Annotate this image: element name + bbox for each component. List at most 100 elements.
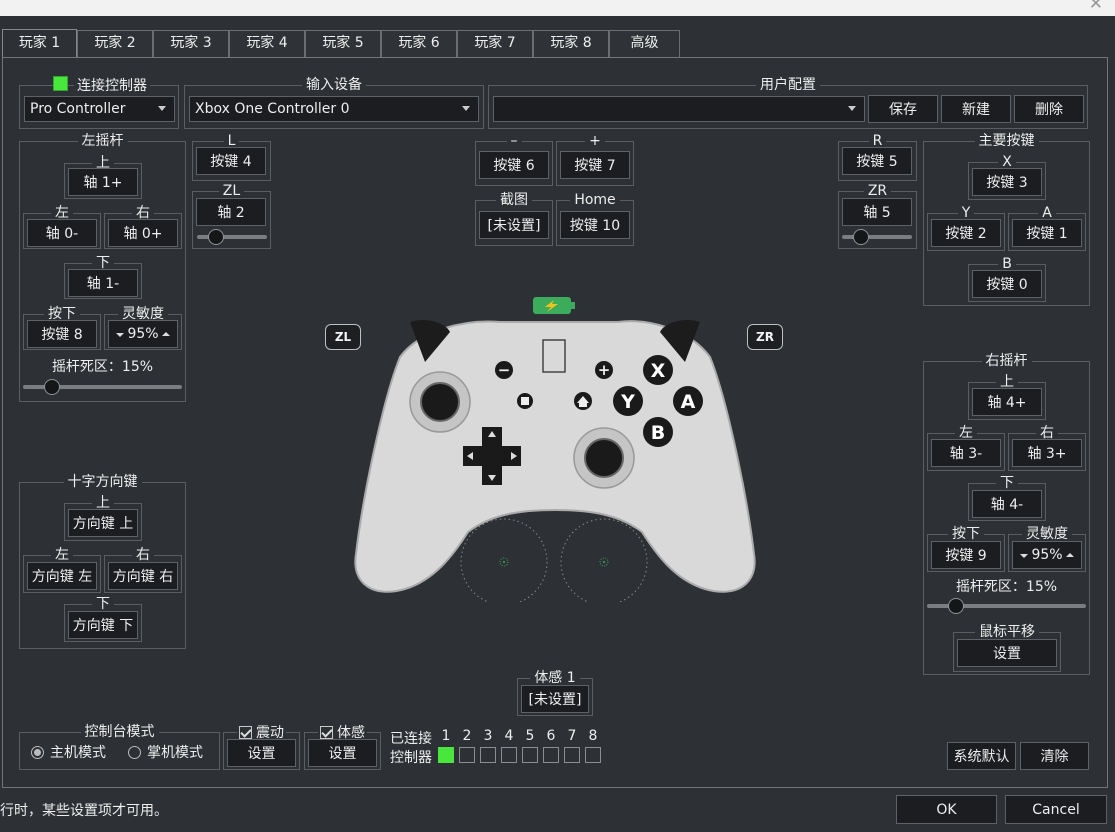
zl-threshold-slider[interactable] [197,229,267,245]
face-a-glyph: A [681,391,696,413]
controller-number-7: 7 [567,728,577,744]
delete-profile-button[interactable]: 删除 [1014,95,1084,123]
zl-trigger-tag: ZL [325,324,361,350]
left-stick-deadzone-slider[interactable] [23,379,182,395]
left-stick-press-button[interactable]: 按键 8 [27,320,97,348]
controller-slot-8[interactable] [585,747,601,763]
left-stick-cap [420,382,460,422]
left-stick-deadzone-label: 摇杆死区：15% [51,359,154,375]
status-text: 行时，某些设置项才可用。 [0,803,168,819]
save-profile-button[interactable]: 保存 [868,95,938,123]
face-button-a-icon: A [673,386,703,416]
handheld-mode-radio[interactable]: 掌机模式 [128,742,203,762]
slider-handle[interactable] [948,598,965,614]
controller-type-value: Pro Controller [30,101,126,117]
dpad-left-button[interactable]: 方向键 左 [27,562,97,590]
capture-glyph [521,397,529,405]
right-stick-up-button[interactable]: 轴 4+ [972,388,1042,416]
left-stick-left-button[interactable]: 轴 0- [27,219,97,247]
face-y-button[interactable]: 按键 2 [931,219,1001,247]
left-stick-up-button[interactable]: 轴 1+ [68,168,138,196]
tab-player-1[interactable]: 玩家 1 [2,29,77,57]
face-b-button[interactable]: 按键 0 [972,270,1042,298]
controller-slot-2[interactable] [459,747,475,763]
left-stick-sensitivity-spinbox[interactable]: 95% [108,320,178,348]
tab-advanced[interactable]: 高级 [609,30,680,57]
tab-player-8[interactable]: 玩家 8 [533,30,609,57]
minus-button[interactable]: 按键 6 [479,151,549,179]
face-y-glyph: Y [620,391,635,413]
increment-icon[interactable] [1066,553,1074,557]
chevron-down-icon [462,106,470,111]
right-stick-cap [584,438,624,478]
slider-handle[interactable] [44,379,61,395]
vibration-settings-button[interactable]: 设置 [227,739,296,767]
right-stick-sensitivity-value: 95% [1031,547,1063,563]
increment-icon[interactable] [162,332,170,336]
decrement-icon[interactable] [1020,554,1028,558]
cancel-button[interactable]: Cancel [1005,795,1107,824]
zr-button[interactable]: 轴 5 [842,198,912,226]
face-button-y-icon: Y [613,386,643,416]
left-stick-range-indicator [460,518,548,602]
plus-button[interactable]: 按键 7 [560,151,630,179]
tab-player-4[interactable]: 玩家 4 [229,30,305,57]
face-x-button[interactable]: 按键 3 [972,168,1042,196]
right-stick-deadzone-label: 摇杆死区：15% [955,579,1058,595]
close-icon[interactable]: ✕ [1089,0,1103,14]
home-button[interactable]: 按键 10 [560,211,630,239]
decrement-icon[interactable] [116,333,124,337]
controller-slot-7[interactable] [564,747,580,763]
controller-type-select[interactable]: Pro Controller [24,96,175,122]
controller-slot-5[interactable] [522,747,538,763]
input-device-select[interactable]: Xbox One Controller 0 [189,96,479,122]
capture-button[interactable]: [未设置] [479,211,549,239]
controller-slot-3[interactable] [480,747,496,763]
l-button[interactable]: 按键 4 [196,147,266,175]
zr-threshold-slider[interactable] [842,229,912,245]
new-profile-button[interactable]: 新建 [941,95,1011,123]
r-button[interactable]: 按键 5 [842,147,912,175]
plus-glyph: + [598,361,611,379]
profile-select[interactable] [493,96,865,122]
docked-mode-radio[interactable]: 主机模式 [31,742,106,762]
dpad-down-button[interactable]: 方向键 下 [68,611,138,639]
tab-player-6[interactable]: 玩家 6 [381,30,457,57]
controller-number-8: 8 [588,728,598,744]
right-stick-deadzone-slider[interactable] [927,598,1086,614]
left-stick-down-button[interactable]: 轴 1- [68,269,138,297]
right-stick-down-button[interactable]: 轴 4- [972,490,1042,518]
clear-button[interactable]: 清除 [1020,742,1089,770]
connect-controller-checkbox[interactable] [53,76,68,91]
face-button-b-icon: B [643,417,673,447]
dpad-up-button[interactable]: 方向键 上 [68,509,138,537]
motion-settings-button[interactable]: 设置 [308,739,377,767]
left-stick-right-button[interactable]: 轴 0+ [108,219,178,247]
controller-slot-4[interactable] [501,747,517,763]
controller-number-2: 2 [462,728,472,744]
face-a-button[interactable]: 按键 1 [1012,219,1082,247]
controller-number-4: 4 [504,728,514,744]
right-stick-sensitivity-spinbox[interactable]: 95% [1012,541,1082,569]
face-b-glyph: B [651,422,665,444]
right-stick-press-button[interactable]: 按键 9 [931,541,1001,569]
motion-button[interactable]: [未设置] [521,685,589,713]
right-stick-right-button[interactable]: 轴 3+ [1012,439,1082,467]
tab-player-3[interactable]: 玩家 3 [153,30,229,57]
zl-button[interactable]: 轴 2 [196,198,266,226]
slider-handle[interactable] [852,229,869,245]
controller-slot-6[interactable] [543,747,559,763]
slider-handle[interactable] [207,229,224,245]
controller-number-1: 1 [441,728,451,744]
tab-player-2[interactable]: 玩家 2 [77,30,153,57]
right-stick-left-button[interactable]: 轴 3- [931,439,1001,467]
mouse-panning-button[interactable]: 设置 [957,639,1057,667]
tab-player-7[interactable]: 玩家 7 [457,30,533,57]
controller-number-3: 3 [483,728,493,744]
restore-defaults-button[interactable]: 系统默认 [947,742,1016,770]
controller-slot-1[interactable] [438,747,454,763]
connected-label: 已连接 [390,731,432,747]
dpad-right-button[interactable]: 方向键 右 [108,562,178,590]
tab-player-5[interactable]: 玩家 5 [305,30,381,57]
ok-button[interactable]: OK [896,795,997,824]
